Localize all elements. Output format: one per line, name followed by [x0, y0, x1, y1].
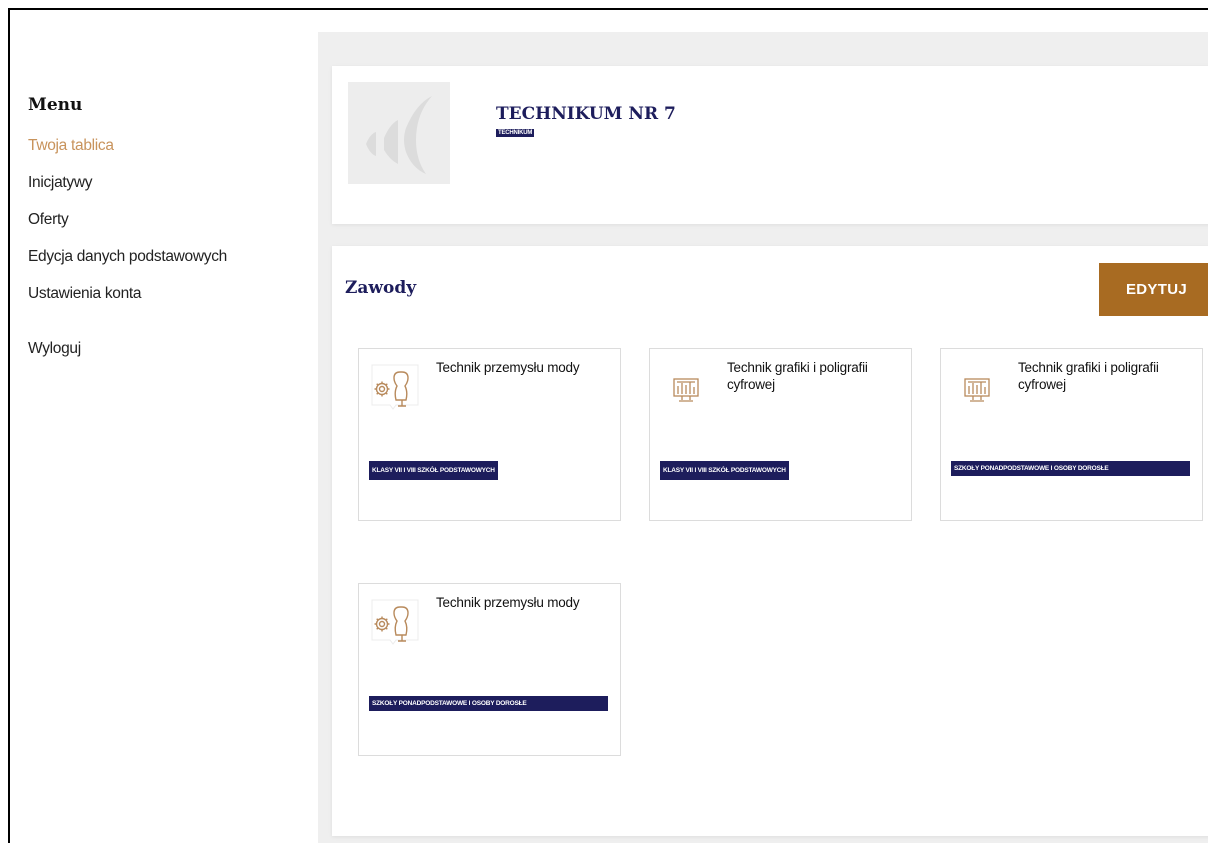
top-bar	[10, 10, 1208, 33]
job-category-badge: KLASY VII I VIII SZKÓŁ PODSTAWOWYCH	[369, 461, 498, 480]
job-category-badge: SZKOŁY PONADPODSTAWOWE I OSOBY DOROSŁE	[951, 461, 1190, 476]
job-name: Technik przemysłu mody	[436, 360, 580, 375]
menu-item-twoja-tablica[interactable]: Twoja tablica	[28, 136, 227, 173]
graphics-monitor-icon	[951, 362, 1003, 414]
school-name: TECHNIKUM NR 7	[496, 104, 676, 124]
job-name: Technik przemysłu mody	[436, 595, 580, 610]
edit-button[interactable]: EDYTUJ	[1099, 263, 1208, 316]
browser-frame: Menu Twoja tablica Inicjatywy Oferty Edy…	[8, 8, 1208, 843]
menu-title: Menu	[28, 95, 83, 115]
job-tile[interactable]: Technik grafiki i poligrafii cyfrowej SZ…	[940, 348, 1203, 521]
job-name: Technik grafiki i poligrafii cyfrowej	[1018, 360, 1159, 392]
job-category-badge: SZKOŁY PONADPODSTAWOWE I OSOBY DOROSŁE	[369, 696, 608, 711]
graphics-monitor-icon	[660, 362, 712, 414]
jobs-section-title: Zawody	[345, 278, 417, 298]
fashion-mannequin-gear-icon	[369, 362, 421, 414]
job-tile[interactable]: Technik przemysłu mody SZKOŁY PONADPODST…	[358, 583, 621, 756]
school-logo-placeholder	[348, 82, 450, 184]
menu-item-oferty[interactable]: Oferty	[28, 210, 227, 247]
school-logo-icon	[366, 96, 432, 174]
menu-item-edycja-danych[interactable]: Edycja danych podstawowych	[28, 247, 227, 284]
main-content: TECHNIKUM NR 7 TECHNIKUM Zawody EDYTUJ T…	[318, 32, 1208, 843]
menu-item-inicjatywy[interactable]: Inicjatywy	[28, 173, 227, 210]
school-type-badge: TECHNIKUM	[496, 129, 535, 137]
menu-item-ustawienia-konta[interactable]: Ustawienia konta	[28, 284, 227, 321]
job-tile[interactable]: Technik grafiki i poligrafii cyfrowej KL…	[649, 348, 912, 521]
logout-link[interactable]: Wyloguj	[28, 339, 227, 376]
job-tile[interactable]: Technik przemysłu mody KLASY VII I VIII …	[358, 348, 621, 521]
fashion-mannequin-gear-icon	[369, 597, 421, 649]
jobs-card: Zawody EDYTUJ Technik przemysłu mody KLA…	[332, 246, 1208, 836]
menu-list: Twoja tablica Inicjatywy Oferty Edycja d…	[28, 136, 227, 376]
school-card: TECHNIKUM NR 7 TECHNIKUM	[332, 66, 1208, 224]
job-category-badge: KLASY VII I VIII SZKÓŁ PODSTAWOWYCH	[660, 461, 789, 480]
job-name: Technik grafiki i poligrafii cyfrowej	[727, 360, 868, 392]
sidebar: Menu Twoja tablica Inicjatywy Oferty Edy…	[10, 32, 318, 843]
